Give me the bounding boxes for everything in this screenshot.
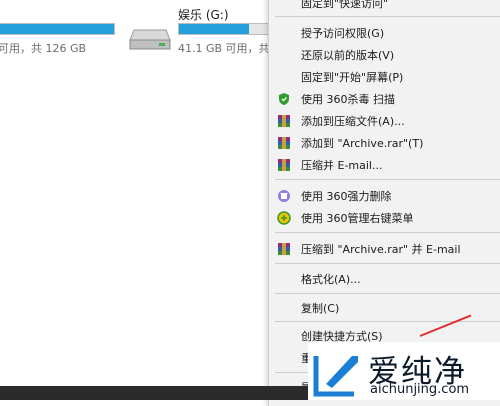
menu-item-label: 添加到压缩文件(A)... [301, 115, 405, 128]
drive-usage-fill [0, 24, 114, 34]
menu-separator [275, 293, 500, 294]
menu-item-add-archive[interactable]: 添加到压缩文件(A)... [269, 110, 500, 132]
drive-g-usage-bar [178, 23, 270, 35]
menu-item-360-force-delete[interactable]: 使用 360强力删除 [269, 185, 500, 207]
winrar-icon [277, 114, 291, 128]
menu-item-360-scan[interactable]: 使用 360杀毒 扫描 [269, 88, 500, 110]
menu-item-label: 复制(C) [301, 302, 340, 315]
menu-item-add-archive-rar[interactable]: 添加到 "Archive.rar"(T) [269, 132, 500, 154]
menu-item-label: 添加到 "Archive.rar"(T) [301, 137, 424, 150]
drive-g-free-text: 41.1 GB 可用，共 [178, 42, 270, 55]
menu-item-compress-email[interactable]: 压缩并 E-mail... [269, 154, 500, 176]
360-manage-icon [277, 211, 291, 225]
menu-item-label: 使用 360强力删除 [301, 190, 392, 203]
menu-item-restore-versions[interactable]: 还原以前的版本(V) [269, 44, 500, 66]
menu-item-pin-quick-access[interactable]: 固定到"快速访问" [269, 0, 500, 14]
menu-item-pin-start[interactable]: 固定到"开始"屏幕(P) [269, 66, 500, 88]
shield-360-icon [277, 92, 291, 106]
drive-free-text: 可用，共 126 GB [0, 42, 87, 55]
winrar-icon [277, 158, 291, 172]
menu-item-label: 还原以前的版本(V) [301, 49, 395, 62]
menu-separator [275, 232, 500, 233]
hard-drive-icon[interactable] [128, 26, 172, 56]
drive-g-usage-fill [179, 24, 250, 34]
watermark: 爱纯净 aichunjing.com [308, 342, 500, 400]
menu-item-grant-access[interactable]: 授予访问权限(G) [269, 22, 500, 44]
menu-item-compress-rar-email[interactable]: 压缩到 "Archive.rar" 并 E-mail [269, 238, 500, 260]
menu-item-label: 使用 360杀毒 扫描 [301, 93, 395, 106]
taskbar-strip [0, 386, 310, 400]
menu-item-label: 授予访问权限(G) [301, 27, 385, 40]
winrar-icon [277, 136, 291, 150]
menu-item-format[interactable]: 格式化(A)... [269, 268, 500, 290]
menu-item-label: 固定到"开始"屏幕(P) [301, 71, 404, 84]
drive-usage-bar [0, 23, 115, 35]
menu-item-label: 格式化(A)... [301, 273, 361, 286]
menu-item-label: 固定到"快速访问" [301, 0, 389, 10]
menu-item-360-manage-menu[interactable]: 使用 360管理右键菜单 [269, 207, 500, 229]
360-delete-icon [277, 189, 291, 203]
menu-separator [275, 263, 500, 264]
menu-item-label: 压缩并 E-mail... [301, 159, 383, 172]
watermark-url: aichunjing.com [370, 382, 470, 397]
watermark-logo-icon [312, 348, 362, 398]
menu-item-label: 压缩到 "Archive.rar" 并 E-mail [301, 243, 461, 256]
menu-separator [275, 16, 500, 17]
menu-separator [275, 179, 500, 180]
drive-g-name[interactable]: 娱乐 (G:) [178, 6, 229, 23]
winrar-icon [277, 242, 291, 256]
menu-separator [275, 321, 500, 322]
menu-item-label: 使用 360管理右键菜单 [301, 212, 414, 225]
